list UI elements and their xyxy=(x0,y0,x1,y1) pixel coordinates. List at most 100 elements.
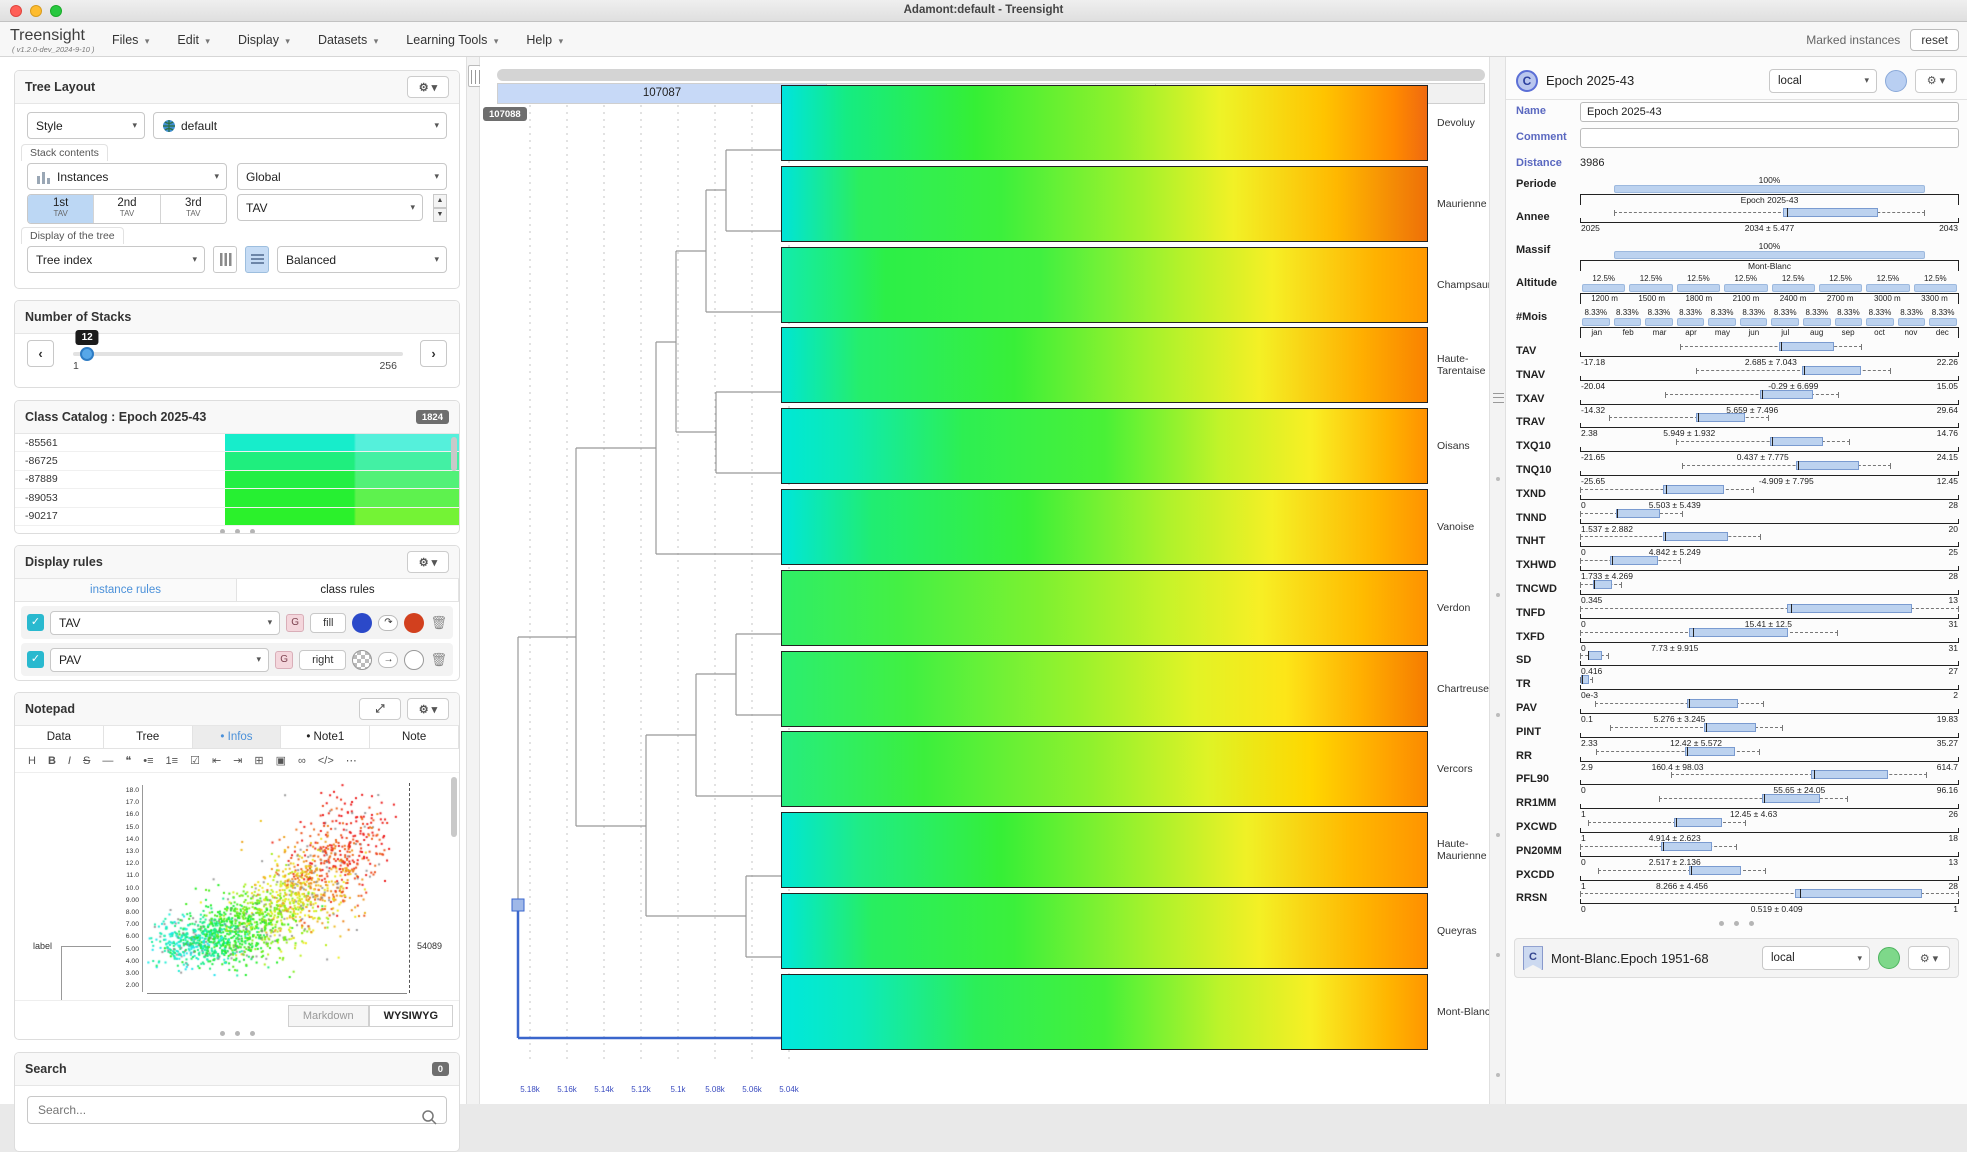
heatmap-stack-queyras[interactable] xyxy=(781,893,1428,969)
tree-index-select[interactable]: Tree index▾ xyxy=(27,246,205,273)
notepad-expand-button[interactable]: ⤢ xyxy=(359,698,401,720)
class-color-swatch[interactable] xyxy=(1878,947,1900,969)
vertical-layout-toggle[interactable] xyxy=(213,246,237,273)
catalog-row[interactable]: -90217 xyxy=(15,508,459,526)
format-icon-[interactable]: ⊞ xyxy=(249,752,268,769)
trash-icon[interactable]: 🗑 xyxy=(430,615,447,631)
menu-display[interactable]: Display ▾ xyxy=(226,29,302,51)
format-icon-[interactable]: — xyxy=(97,753,118,769)
trash-icon[interactable]: 🗑 xyxy=(430,652,447,668)
rule-param-select[interactable]: PAV▾ xyxy=(50,648,269,672)
scope-select[interactable]: local▾ xyxy=(1762,946,1870,970)
stacks-increment-button[interactable]: › xyxy=(420,340,447,367)
notepad-tab-Note[interactable]: Note xyxy=(370,726,459,748)
reset-button[interactable]: reset xyxy=(1910,29,1959,51)
style-select[interactable]: Style▾ xyxy=(27,112,145,139)
format-icon-[interactable]: ☑ xyxy=(185,752,205,769)
notepad-tab-Note1[interactable]: • Note1 xyxy=(281,726,370,748)
format-icon-[interactable]: ∞ xyxy=(293,753,311,769)
rank-button-1st[interactable]: 1stTAV xyxy=(28,195,94,223)
catalog-row[interactable]: -89053 xyxy=(15,489,459,507)
left-splitter[interactable] xyxy=(466,57,480,1104)
stacks-slider-track[interactable]: 12 xyxy=(73,352,403,356)
catalog-row[interactable]: -85561 xyxy=(15,434,459,452)
tree-horizontal-scrollbar[interactable] xyxy=(497,69,1485,81)
notepad-tab-Tree[interactable]: Tree xyxy=(104,726,193,748)
rule-param-select[interactable]: TAV▾ xyxy=(50,611,280,635)
comparison-class-card[interactable]: C Mont-Blanc.Epoch 1951-68 local▾ ⚙▾ xyxy=(1514,938,1959,978)
format-icon-B[interactable]: B xyxy=(43,753,61,769)
format-icon-H[interactable]: H xyxy=(23,753,41,769)
tree-layout-gear-button[interactable]: ⚙▾ xyxy=(407,76,449,98)
format-icon-I[interactable]: I xyxy=(63,753,76,769)
balance-select[interactable]: Balanced▾ xyxy=(277,246,447,273)
splitter-grip-icon[interactable] xyxy=(1493,393,1504,403)
heatmap-stack-haute-maurienne[interactable] xyxy=(781,812,1428,888)
heatmap-stack-champsaur[interactable] xyxy=(781,247,1428,323)
heatmap-stack-mont-blanc[interactable] xyxy=(781,974,1428,1050)
heatmap-stack-oisans[interactable] xyxy=(781,408,1428,484)
instances-select[interactable]: Instances▾ xyxy=(27,163,227,190)
rank-button-3rd[interactable]: 3rdTAV xyxy=(161,195,226,223)
inspector-pager[interactable] xyxy=(1506,921,1967,926)
scope-select[interactable]: Global▾ xyxy=(237,163,447,190)
format-icon-S[interactable]: S xyxy=(78,753,95,769)
heatmap-stack-maurienne[interactable] xyxy=(781,166,1428,242)
rule-enabled-checkbox[interactable]: ✓ xyxy=(27,651,44,668)
format-icon-[interactable]: •≡ xyxy=(138,753,158,769)
catalog-row[interactable]: -86725 xyxy=(15,452,459,470)
stacks-decrement-button[interactable]: ‹ xyxy=(27,340,54,367)
step-down-icon[interactable]: ▼ xyxy=(433,208,447,222)
notepad-scrollbar[interactable] xyxy=(451,777,457,837)
notepad-content[interactable]: 18.017.016.015.014.013.012.011.010.09.00… xyxy=(15,773,459,1001)
inspector-gear-button[interactable]: ⚙▾ xyxy=(1915,69,1957,93)
format-icon-[interactable]: ⇥ xyxy=(228,752,247,769)
format-icon-1[interactable]: 1≡ xyxy=(161,753,184,769)
notepad-tab-Data[interactable]: Data xyxy=(15,726,104,748)
rule-arrow-icon[interactable]: → xyxy=(378,652,398,668)
rule-group-button[interactable]: G xyxy=(286,614,304,632)
rule-mode-button[interactable]: fill xyxy=(310,613,346,633)
format-icon-[interactable]: ⋯ xyxy=(341,752,362,769)
notepad-tab-Infos[interactable]: • Infos xyxy=(193,726,282,748)
notepad-pager[interactable] xyxy=(15,1031,459,1036)
format-icon-[interactable]: ⇤ xyxy=(207,752,226,769)
rule-mode-button[interactable]: right xyxy=(299,650,346,670)
menu-learning-tools[interactable]: Learning Tools ▾ xyxy=(394,29,510,51)
menu-files[interactable]: Files ▾ xyxy=(100,29,161,51)
mode-button-wysiwyg[interactable]: WYSIWYG xyxy=(369,1005,453,1027)
theme-select[interactable]: default▾ xyxy=(153,112,447,139)
rule-start-color[interactable] xyxy=(352,650,372,670)
menu-datasets[interactable]: Datasets ▾ xyxy=(306,29,390,51)
format-icon-[interactable]: ❝ xyxy=(120,752,136,769)
stacks-slider-thumb[interactable] xyxy=(80,347,94,361)
rule-curve-icon[interactable]: ↷ xyxy=(378,615,398,631)
rule-end-color[interactable] xyxy=(404,613,424,633)
class-catalog-pager[interactable] xyxy=(15,529,459,534)
menu-edit[interactable]: Edit ▾ xyxy=(165,29,222,51)
name-input[interactable] xyxy=(1580,102,1959,122)
rules-tab-instance-rules[interactable]: instance rules xyxy=(15,579,237,601)
step-up-icon[interactable]: ▲ xyxy=(433,194,447,208)
heatmap-stack-verdon[interactable] xyxy=(781,570,1428,646)
rank-button-2nd[interactable]: 2ndTAV xyxy=(94,195,160,223)
horizontal-layout-toggle[interactable] xyxy=(245,246,269,273)
rule-group-button[interactable]: G xyxy=(275,651,293,669)
right-splitter[interactable] xyxy=(1489,57,1506,1104)
format-icon-[interactable]: ▣ xyxy=(271,752,291,769)
search-input[interactable] xyxy=(27,1096,447,1124)
variable-select[interactable]: TAV▾ xyxy=(237,194,423,221)
display-rules-gear-button[interactable]: ⚙▾ xyxy=(407,551,449,573)
menu-help[interactable]: Help ▾ xyxy=(514,29,575,51)
scope-select[interactable]: local▾ xyxy=(1769,69,1877,93)
comment-input[interactable] xyxy=(1580,128,1959,148)
format-icon-[interactable]: </> xyxy=(313,753,339,769)
catalog-row[interactable]: -87889 xyxy=(15,471,459,489)
heatmap-stack-haute-tarentaise[interactable] xyxy=(781,327,1428,403)
heatmap-stack-chartreuse[interactable] xyxy=(781,651,1428,727)
notepad-gear-button[interactable]: ⚙▾ xyxy=(407,698,449,720)
mode-button-markdown[interactable]: Markdown xyxy=(288,1005,369,1027)
heatmap-stack-devoluy[interactable] xyxy=(781,85,1428,161)
class-catalog-scrollbar[interactable] xyxy=(451,437,457,471)
rules-tab-class-rules[interactable]: class rules xyxy=(237,579,459,601)
